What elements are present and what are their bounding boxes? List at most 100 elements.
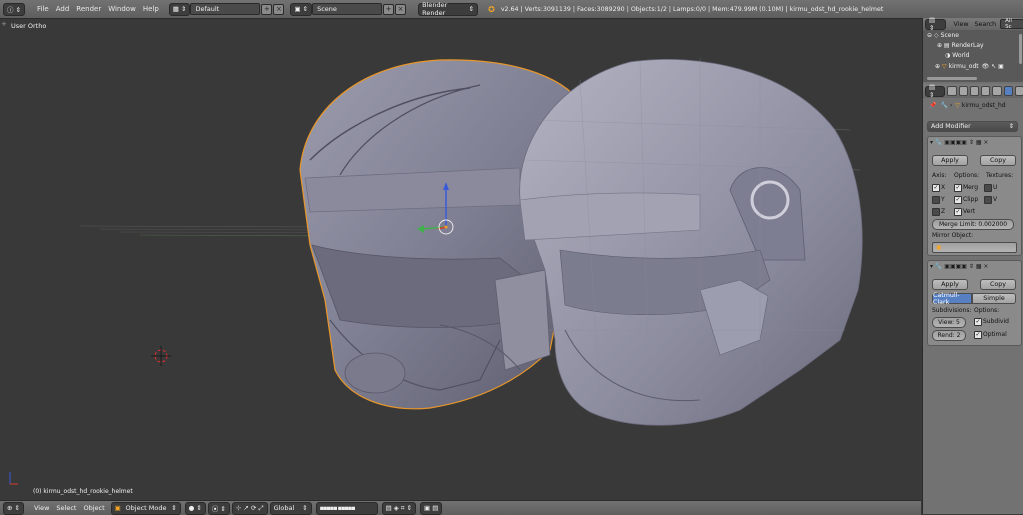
texture-v-checkbox[interactable]	[984, 196, 992, 204]
outliner-view-menu[interactable]: View	[954, 21, 969, 28]
modifier-tab-icon[interactable]	[1003, 86, 1013, 96]
mirror-apply-button[interactable]: Apply	[932, 155, 968, 166]
info-header: ⓘ ⇕ File Add Render Window Help ▦ ⇕ Defa…	[0, 0, 1023, 19]
merge-checkbox[interactable]: ✓	[954, 184, 962, 192]
menu-select[interactable]: Select	[56, 504, 76, 512]
scene-add-button[interactable]: +	[383, 3, 395, 15]
merge-label: Merg	[963, 184, 979, 191]
object-small-icon: ▽	[955, 102, 960, 109]
object-tab-icon[interactable]	[981, 86, 991, 96]
material-tab-icon[interactable]	[1014, 86, 1023, 96]
viewport-editor-type[interactable]: ⊕ ⇕	[3, 501, 24, 515]
blender-logo-icon: ✪	[488, 4, 495, 14]
menu-file[interactable]: File	[37, 5, 49, 13]
optimal-display-checkbox[interactable]: ✓	[974, 331, 982, 339]
active-object-label: (0) kirmu_odst_hd_rookie_helmet	[33, 488, 133, 495]
helmet-meshes[interactable]	[0, 19, 921, 499]
subsurf-options-label: Options:	[974, 307, 1000, 314]
outliner[interactable]: ▤ ⇕ View Search All Sc ⊖ ◇ Scene ⊕ ▤ Rend…	[923, 16, 1023, 82]
constraint-tab-icon[interactable]	[992, 86, 1002, 96]
mirror-textures-label: Textures:	[986, 172, 1014, 179]
layer-buttons[interactable]: ▪▪▪▪▪ ▪▪▪▪▪	[315, 501, 378, 515]
helmet-lowpoly	[519, 58, 863, 426]
render-levels-field[interactable]: Rend: 2	[932, 330, 966, 341]
catmull-clark-button[interactable]: Catmull-Clark	[932, 292, 972, 306]
menu-window[interactable]: Window	[108, 5, 136, 13]
subsurf-panel-header[interactable]: ▾ 🔧 ▣▣▣▣ ⇕ ▦ ×	[930, 263, 988, 270]
outliner-search-menu[interactable]: Search	[975, 21, 997, 28]
optimal-display-label: Optimal	[983, 331, 1007, 338]
vertex-groups-label: Vert	[963, 208, 976, 215]
outliner-item-scene[interactable]: ⊖ ◇ Scene	[927, 32, 959, 39]
clipping-label: Clipp	[963, 196, 979, 203]
properties-type-icon[interactable]: ▤ ⇕	[925, 83, 946, 99]
outliner-item-world[interactable]: ◑ World	[945, 52, 969, 59]
axis-y-checkbox[interactable]	[932, 196, 940, 204]
mirror-copy-button[interactable]: Copy	[980, 155, 1016, 166]
menu-view[interactable]: View	[34, 504, 49, 512]
clipping-checkbox[interactable]: ✓	[954, 196, 962, 204]
outliner-item-renderlayers[interactable]: ⊕ ▤ RenderLay	[937, 42, 984, 49]
menu-render[interactable]: Render	[76, 5, 101, 13]
context-breadcrumb: 📌 🔧 › ▽ kirmu_odst_hd	[929, 102, 1006, 109]
render-tab-icon[interactable]	[947, 86, 957, 96]
layout-field[interactable]: Default	[190, 3, 261, 15]
mirror-axis-label: Axis:	[932, 172, 947, 179]
scene-remove-button[interactable]: ×	[395, 3, 407, 15]
outliner-hscroll[interactable]	[927, 77, 977, 80]
render-buttons[interactable]: ▣ ▤	[420, 501, 443, 515]
pivot-dropdown[interactable]: ⦿ ⇕	[207, 501, 230, 515]
shading-dropdown[interactable]: ● ⇕	[184, 501, 206, 515]
mode-dropdown[interactable]: ▣ Object Mode ⇕	[110, 501, 181, 515]
axis-x-label: X	[941, 184, 946, 191]
axis-y-label: Y	[941, 196, 945, 203]
subsurf-copy-button[interactable]: Copy	[980, 279, 1016, 290]
layout-remove-button[interactable]: ×	[273, 3, 285, 15]
menu-add[interactable]: Add	[56, 5, 70, 13]
layout-add-button[interactable]: +	[261, 3, 273, 15]
axis-x-checkbox[interactable]: ✓	[932, 184, 940, 192]
editor-type-button[interactable]: ⓘ ⇕	[3, 2, 26, 16]
outliner-header: ▤ ⇕ View Search All Sc	[923, 16, 1023, 32]
texture-v-label: V	[993, 196, 998, 203]
mirror-panel-header[interactable]: ▾ 🔧 ▣▣▣▣ ⇕ ▦ ×	[930, 139, 988, 146]
simple-button[interactable]: Simple	[972, 293, 1016, 304]
merge-limit-field[interactable]: Merge Limit: 0.002000	[932, 219, 1014, 230]
orientation-dropdown[interactable]: Global ⇕	[269, 501, 312, 515]
mirror-object-field[interactable]: ▣	[932, 242, 1017, 253]
vertex-groups-checkbox[interactable]: ✓	[954, 208, 962, 216]
scene-type-icon[interactable]: ▣ ⇕	[290, 2, 313, 16]
mirror-object-label: Mirror Object:	[932, 232, 974, 239]
subdivide-uvs-checkbox[interactable]: ✓	[974, 318, 982, 326]
axis-z-label: Z	[941, 208, 946, 215]
pin-icon[interactable]: 📌	[929, 102, 936, 109]
snap-buttons[interactable]: ▤ ◈ ⌗ ⇕	[381, 501, 417, 515]
viewport-header: ⊕ ⇕ View Select Object ▣ Object Mode ⇕ ● ⇕…	[0, 500, 921, 515]
mirror-modifier-panel: ▾ 🔧 ▣▣▣▣ ⇕ ▦ × Apply Copy Axis: Options:…	[927, 136, 1022, 256]
texture-u-checkbox[interactable]	[984, 184, 992, 192]
outliner-item-object[interactable]: ⊕ ▽ kirmu_odt 👁 ↖ ▣	[935, 63, 1004, 70]
view-levels-field[interactable]: View: 5	[932, 317, 966, 328]
outliner-type-icon[interactable]: ▤ ⇕	[925, 16, 946, 32]
render-engine-dropdown[interactable]: Blender Render ⇕	[418, 1, 479, 17]
menu-help[interactable]: Help	[143, 5, 159, 13]
3d-viewport[interactable]: User Ortho + (0) kirmu_odst_hd_rookie_he…	[0, 19, 921, 499]
scene-tab-icon[interactable]	[958, 86, 968, 96]
manipulator-toggles[interactable]: ⊹ ↗ ⟳ ⤢	[231, 501, 268, 515]
subdivisions-label: Subdivisions:	[932, 307, 972, 314]
world-tab-icon[interactable]	[969, 86, 980, 96]
outliner-scene-filter[interactable]: All Sc	[1000, 18, 1023, 30]
add-modifier-dropdown[interactable]: Add Modifier ⇕	[927, 121, 1018, 132]
axis-gizmo-icon	[9, 472, 18, 485]
axis-z-checkbox[interactable]	[932, 208, 940, 216]
scene-field[interactable]: Scene	[312, 3, 383, 15]
3d-cursor-icon	[151, 346, 171, 366]
properties-tabs[interactable]: ▤ ⇕	[923, 83, 1023, 99]
subdivide-uvs-label: Subdivid	[983, 318, 1009, 325]
mirror-options-label: Options:	[954, 172, 980, 179]
layout-type-icon[interactable]: ▦ ⇕	[168, 2, 191, 16]
menu-object[interactable]: Object	[83, 504, 104, 512]
right-panels: ▤ ⇕ View Search All Sc ⊖ ◇ Scene ⊕ ▤ Rend…	[922, 16, 1023, 514]
subsurf-apply-button[interactable]: Apply	[932, 279, 968, 290]
outliner-scrollbar[interactable]	[1019, 34, 1022, 64]
